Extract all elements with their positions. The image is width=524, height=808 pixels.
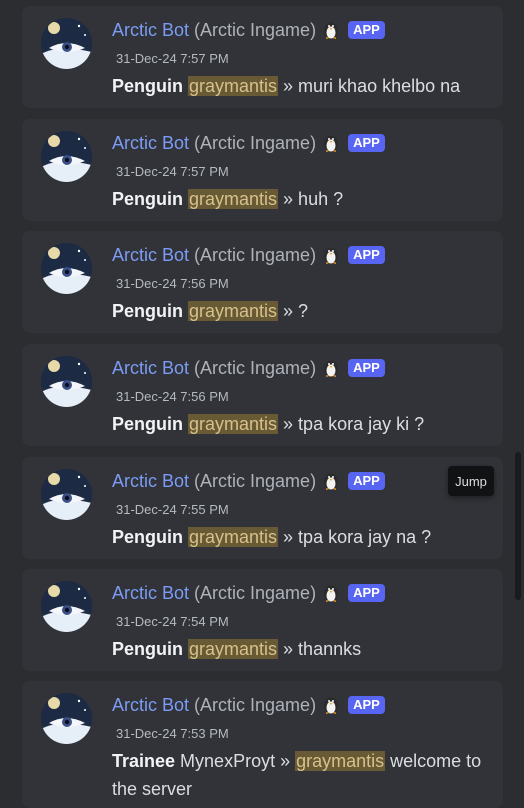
message-role: Penguin	[112, 189, 183, 209]
message-timestamp: 31-Dec-24 7:55 PM	[116, 502, 229, 517]
user-mention[interactable]: graymantis	[188, 189, 279, 209]
message-text: » thannks	[278, 639, 362, 659]
message-content: Penguin graymantis » ?	[112, 297, 487, 325]
message-text: » ?	[278, 301, 309, 321]
message-card[interactable]: Arctic Bot (Arctic Ingame) APP 31-Dec-24…	[22, 119, 503, 221]
arctic-bot-avatar-icon	[41, 581, 92, 632]
app-badge: APP	[348, 21, 385, 39]
penguin-emoji-icon	[324, 247, 339, 265]
message-content: Penguin graymantis » tpa kora jay ki ?	[112, 410, 487, 438]
author-nickname: (Arctic Ingame)	[194, 470, 317, 491]
user-mention[interactable]: graymantis	[188, 76, 279, 96]
app-badge: APP	[348, 584, 385, 602]
penguin-emoji-icon	[324, 585, 339, 603]
author-name[interactable]: Arctic Bot	[112, 471, 189, 492]
message-timestamp: 31-Dec-24 7:57 PM	[116, 51, 229, 66]
message-timestamp: 31-Dec-24 7:53 PM	[116, 726, 229, 741]
message-header: Arctic Bot (Arctic Ingame) APP	[112, 581, 385, 605]
message-role: Penguin	[112, 527, 183, 547]
user-mention[interactable]: graymantis	[188, 639, 279, 659]
author-nickname: (Arctic Ingame)	[194, 132, 317, 153]
user-mention[interactable]: graymantis	[188, 414, 279, 434]
message-timestamp: 31-Dec-24 7:54 PM	[116, 614, 229, 629]
user-mention[interactable]: graymantis	[188, 301, 279, 321]
app-badge: APP	[348, 134, 385, 152]
message-role: Trainee	[112, 751, 176, 771]
message-role: Penguin	[112, 414, 183, 434]
penguin-emoji-icon	[324, 135, 339, 153]
message-header: Arctic Bot (Arctic Ingame) APP	[112, 356, 385, 380]
message-content: Penguin graymantis » thannks	[112, 635, 487, 663]
message-timestamp: 31-Dec-24 7:56 PM	[116, 276, 229, 291]
avatar[interactable]	[41, 693, 92, 744]
author-nickname: (Arctic Ingame)	[194, 19, 317, 40]
message-header: Arctic Bot (Arctic Ingame) APP	[112, 243, 385, 267]
author-name[interactable]: Arctic Bot	[112, 245, 189, 266]
message-text: » huh ?	[278, 189, 344, 209]
message-timestamp: 31-Dec-24 7:57 PM	[116, 164, 229, 179]
penguin-emoji-icon	[324, 697, 339, 715]
message-text: » tpa kora jay na ?	[278, 527, 432, 547]
message-role: Penguin	[112, 76, 183, 96]
avatar[interactable]	[41, 469, 92, 520]
arctic-bot-avatar-icon	[41, 243, 92, 294]
message-text: » muri khao khelbo na	[278, 76, 461, 96]
app-badge: APP	[348, 696, 385, 714]
message-card[interactable]: Arctic Bot (Arctic Ingame) APP 31-Dec-24…	[22, 6, 503, 108]
avatar[interactable]	[41, 131, 92, 182]
penguin-emoji-icon	[324, 22, 339, 40]
message-sender: MynexProyt »	[175, 751, 296, 771]
message-content: Penguin graymantis » huh ?	[112, 185, 487, 213]
author-name[interactable]: Arctic Bot	[112, 133, 189, 154]
author-nickname: (Arctic Ingame)	[194, 244, 317, 265]
user-mention[interactable]: graymantis	[295, 751, 386, 771]
jump-button[interactable]: Jump	[448, 466, 494, 496]
avatar[interactable]	[41, 581, 92, 632]
message-timestamp: 31-Dec-24 7:56 PM	[116, 389, 229, 404]
message-card[interactable]: Arctic Bot (Arctic Ingame) APP 31-Dec-24…	[22, 231, 503, 333]
message-content: Penguin graymantis » muri khao khelbo na	[112, 72, 487, 100]
message-header: Arctic Bot (Arctic Ingame) APP	[112, 693, 385, 717]
app-badge: APP	[348, 359, 385, 377]
message-content: Penguin graymantis » tpa kora jay na ?	[112, 523, 487, 551]
user-mention[interactable]: graymantis	[188, 527, 279, 547]
author-name[interactable]: Arctic Bot	[112, 583, 189, 604]
message-card[interactable]: Arctic Bot (Arctic Ingame) APP 31-Dec-24…	[22, 457, 503, 559]
message-content: Trainee MynexProyt » graymantis welcome …	[112, 747, 487, 803]
author-name[interactable]: Arctic Bot	[112, 20, 189, 41]
message-header: Arctic Bot (Arctic Ingame) APP	[112, 131, 385, 155]
message-card[interactable]: Arctic Bot (Arctic Ingame) APP 31-Dec-24…	[22, 344, 503, 446]
author-name[interactable]: Arctic Bot	[112, 358, 189, 379]
message-card[interactable]: Arctic Bot (Arctic Ingame) APP 31-Dec-24…	[22, 681, 503, 808]
app-badge: APP	[348, 246, 385, 264]
avatar[interactable]	[41, 356, 92, 407]
penguin-emoji-icon	[324, 473, 339, 491]
author-nickname: (Arctic Ingame)	[194, 582, 317, 603]
avatar[interactable]	[41, 243, 92, 294]
arctic-bot-avatar-icon	[41, 18, 92, 69]
arctic-bot-avatar-icon	[41, 469, 92, 520]
arctic-bot-avatar-icon	[41, 131, 92, 182]
arctic-bot-avatar-icon	[41, 693, 92, 744]
message-text: » tpa kora jay ki ?	[278, 414, 425, 434]
author-nickname: (Arctic Ingame)	[194, 694, 317, 715]
app-badge: APP	[348, 472, 385, 490]
author-name[interactable]: Arctic Bot	[112, 695, 189, 716]
message-header: Arctic Bot (Arctic Ingame) APP	[112, 18, 385, 42]
search-results-list: Arctic Bot (Arctic Ingame) APP 31-Dec-24…	[0, 0, 524, 808]
penguin-emoji-icon	[324, 360, 339, 378]
message-card[interactable]: Arctic Bot (Arctic Ingame) APP 31-Dec-24…	[22, 569, 503, 671]
arctic-bot-avatar-icon	[41, 356, 92, 407]
message-role: Penguin	[112, 639, 183, 659]
author-nickname: (Arctic Ingame)	[194, 357, 317, 378]
scrollbar-thumb[interactable]	[515, 452, 521, 600]
message-header: Arctic Bot (Arctic Ingame) APP	[112, 469, 385, 493]
message-role: Penguin	[112, 301, 183, 321]
avatar[interactable]	[41, 18, 92, 69]
